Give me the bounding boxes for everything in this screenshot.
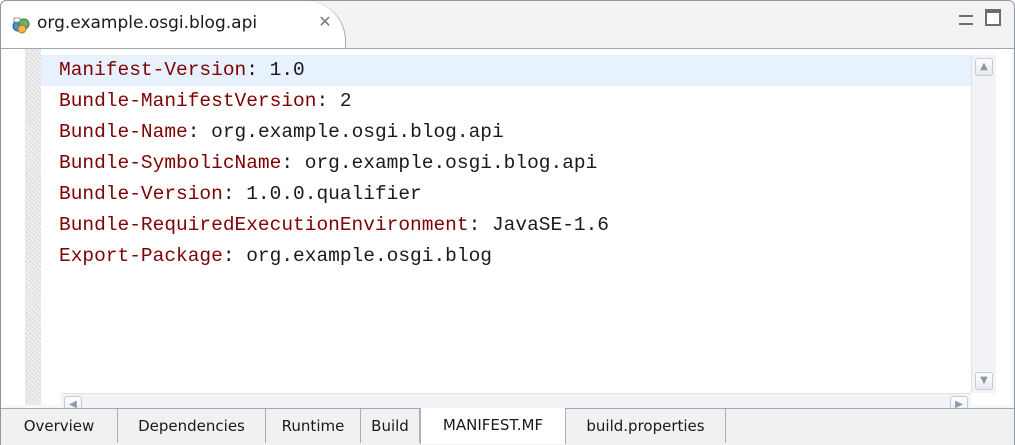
- scroll-up-button[interactable]: ▲: [975, 58, 993, 76]
- manifest-separator: :: [222, 183, 247, 205]
- manifest-separator: :: [316, 90, 340, 112]
- chevron-up-icon: ▲: [980, 61, 988, 72]
- manifest-separator: :: [281, 152, 305, 174]
- manifest-line: Bundle-RequiredExecutionEnvironment: Jav…: [59, 210, 609, 241]
- manifest-value: 1.0.0.qualifier: [246, 183, 422, 205]
- manifest-text-editor[interactable]: Manifest-Version: 1.0 Bundle-ManifestVers…: [41, 49, 971, 393]
- manifest-key: Bundle-SymbolicName: [59, 152, 282, 174]
- manifest-key: Bundle-ManifestVersion: [59, 90, 317, 112]
- scroll-down-button[interactable]: ▼: [975, 372, 993, 390]
- tab-runtime[interactable]: Runtime: [266, 409, 361, 443]
- minimize-icon[interactable]: [959, 15, 973, 25]
- manifest-value: 2: [339, 90, 352, 112]
- manifest-line: Bundle-Name: org.example.osgi.blog.api: [59, 117, 504, 148]
- vertical-scrollbar[interactable]: ▲ ▼: [971, 55, 996, 393]
- chevron-down-icon: ▼: [980, 375, 988, 386]
- editor-tab[interactable]: org.example.osgi.blog.api ✕: [1, 1, 346, 48]
- manifest-editor-window: org.example.osgi.blog.api ✕ Manifest-Ver…: [0, 0, 1015, 445]
- manifest-key: Bundle-Version: [59, 183, 223, 205]
- manifest-value: org.example.osgi.blog: [246, 245, 492, 267]
- tab-dependencies[interactable]: Dependencies: [118, 409, 266, 443]
- editor-tab-strip: org.example.osgi.blog.api ✕: [1, 1, 1014, 49]
- tab-overview[interactable]: Overview: [1, 409, 118, 443]
- manifest-separator: :: [246, 59, 270, 81]
- tab-manifest-mf[interactable]: MANIFEST.MF: [420, 408, 566, 444]
- manifest-key: Manifest-Version: [59, 59, 247, 81]
- manifest-separator: :: [468, 214, 492, 236]
- manifest-key: Bundle-Name: [59, 121, 188, 143]
- plugin-manifest-icon: [12, 17, 30, 34]
- editor-page-tabs: Overview Dependencies Runtime Build MANI…: [1, 408, 1014, 445]
- manifest-key: Bundle-RequiredExecutionEnvironment: [59, 214, 469, 236]
- manifest-line: Bundle-ManifestVersion: 2: [59, 86, 352, 117]
- manifest-line: Bundle-SymbolicName: org.example.osgi.bl…: [59, 148, 597, 179]
- close-icon[interactable]: ✕: [317, 14, 333, 30]
- manifest-line: Bundle-Version: 1.0.0.qualifier: [59, 179, 422, 210]
- tab-build[interactable]: Build: [361, 409, 420, 443]
- manifest-line: Manifest-Version: 1.0: [59, 55, 305, 86]
- editor-tab-title: org.example.osgi.blog.api: [37, 13, 258, 33]
- manifest-value: org.example.osgi.blog.api: [304, 152, 598, 174]
- editor-body: Manifest-Version: 1.0 Bundle-ManifestVers…: [2, 49, 1012, 416]
- manifest-key: Export-Package: [59, 245, 223, 267]
- maximize-icon[interactable]: [985, 9, 1001, 26]
- manifest-line: Export-Package: org.example.osgi.blog: [59, 241, 492, 272]
- manifest-value: org.example.osgi.blog.api: [211, 121, 504, 143]
- manifest-value: JavaSE-1.6: [491, 214, 610, 236]
- tab-build-properties[interactable]: build.properties: [566, 409, 726, 443]
- manifest-separator: :: [187, 121, 212, 143]
- vertical-ruler: [25, 49, 41, 405]
- manifest-separator: :: [222, 245, 247, 267]
- manifest-value: 1.0: [269, 59, 305, 81]
